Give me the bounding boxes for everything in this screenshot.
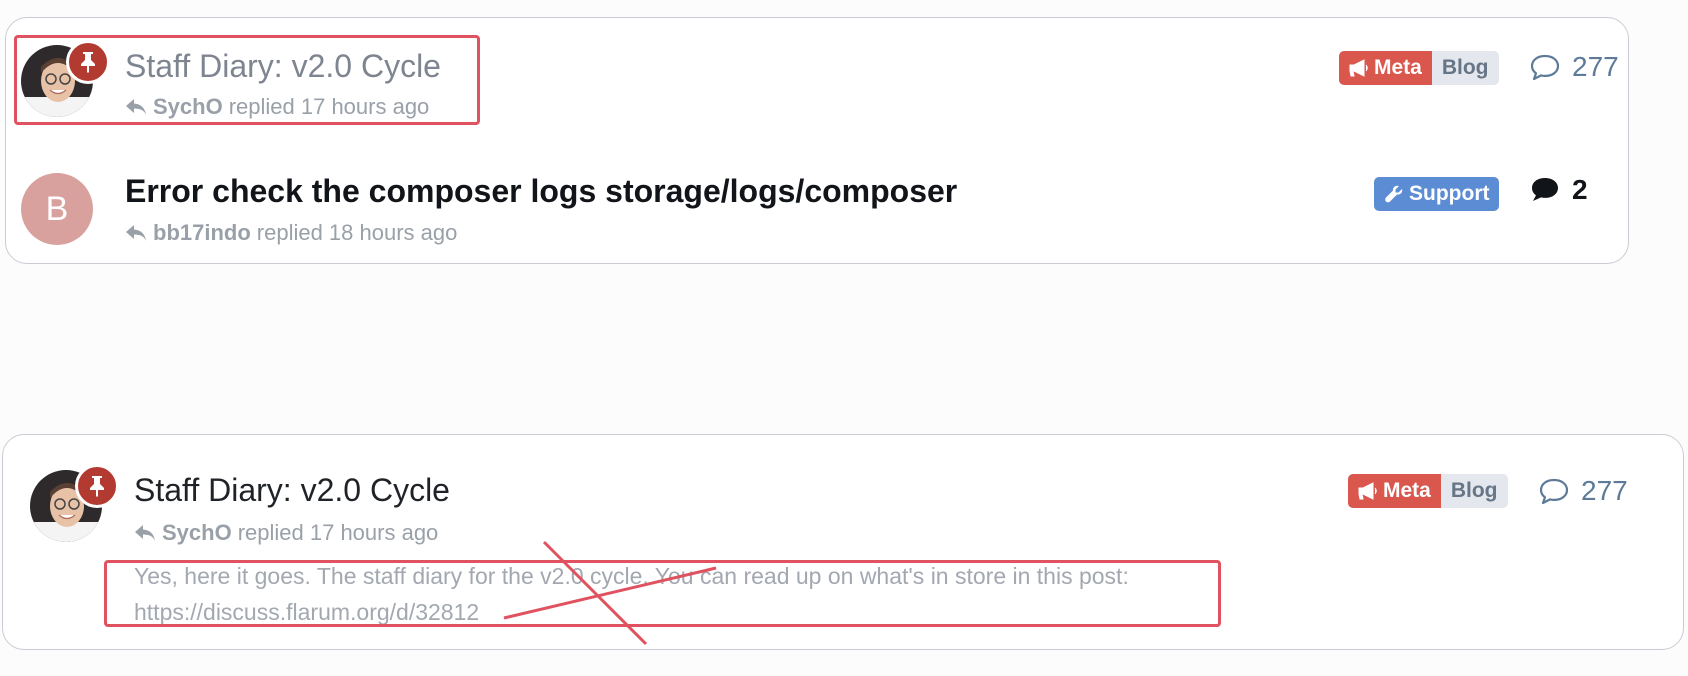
tag-group: Meta Blog xyxy=(1348,474,1508,508)
tag-label: Blog xyxy=(1450,479,1498,502)
tag-support[interactable]: Support xyxy=(1374,177,1500,211)
discussion-meta: SychO replied 17 hours ago xyxy=(134,519,438,547)
discussion-meta: bb17indo replied 18 hours ago xyxy=(125,219,457,247)
tag-label: Meta xyxy=(1383,479,1431,502)
discussion-title[interactable]: Staff Diary: v2.0 Cycle xyxy=(134,470,450,510)
tag-label: Meta xyxy=(1374,56,1422,79)
reply-count-value: 277 xyxy=(1572,51,1619,82)
last-reply-time: replied 17 hours ago xyxy=(237,520,439,545)
username[interactable]: SychO xyxy=(162,519,232,547)
tag-label: Support xyxy=(1409,182,1490,205)
last-reply-time: replied 18 hours ago xyxy=(256,220,458,245)
reply-count[interactable]: 2 xyxy=(1530,173,1588,207)
reply-count-value: 2 xyxy=(1572,174,1588,205)
avatar[interactable]: B xyxy=(21,173,93,245)
discussion-title[interactable]: Error check the composer logs storage/lo… xyxy=(125,171,957,211)
reply-count[interactable]: 277 xyxy=(1530,50,1619,84)
comparison-canvas: Staff Diary: v2.0 Cycle SychO replied 17… xyxy=(0,0,1688,676)
reply-icon xyxy=(126,225,146,241)
megaphone-icon xyxy=(1349,59,1368,77)
megaphone-icon xyxy=(1358,482,1377,500)
reply-count-value: 277 xyxy=(1581,475,1628,506)
tag-blog[interactable]: Blog xyxy=(1440,474,1508,508)
reply-count[interactable]: 277 xyxy=(1539,474,1628,508)
comment-outline-icon xyxy=(1539,478,1569,504)
annotation-highlight-box xyxy=(14,35,480,125)
comment-outline-icon xyxy=(1530,54,1560,80)
reply-icon xyxy=(135,525,155,541)
tag-meta[interactable]: Meta xyxy=(1348,474,1441,508)
annotation-highlight-box xyxy=(104,560,1221,627)
username[interactable]: bb17indo xyxy=(153,219,251,247)
wrench-icon xyxy=(1385,185,1403,203)
comment-solid-icon xyxy=(1532,178,1558,201)
tag-group: Meta Blog xyxy=(1339,51,1499,85)
pinned-badge xyxy=(75,464,119,508)
tag-blog[interactable]: Blog xyxy=(1431,51,1499,85)
pin-icon xyxy=(90,476,104,497)
tag-label: Blog xyxy=(1441,56,1489,79)
avatar-letter: B xyxy=(45,189,69,228)
tag-meta[interactable]: Meta xyxy=(1339,51,1432,85)
tag-group: Support xyxy=(1374,177,1500,211)
